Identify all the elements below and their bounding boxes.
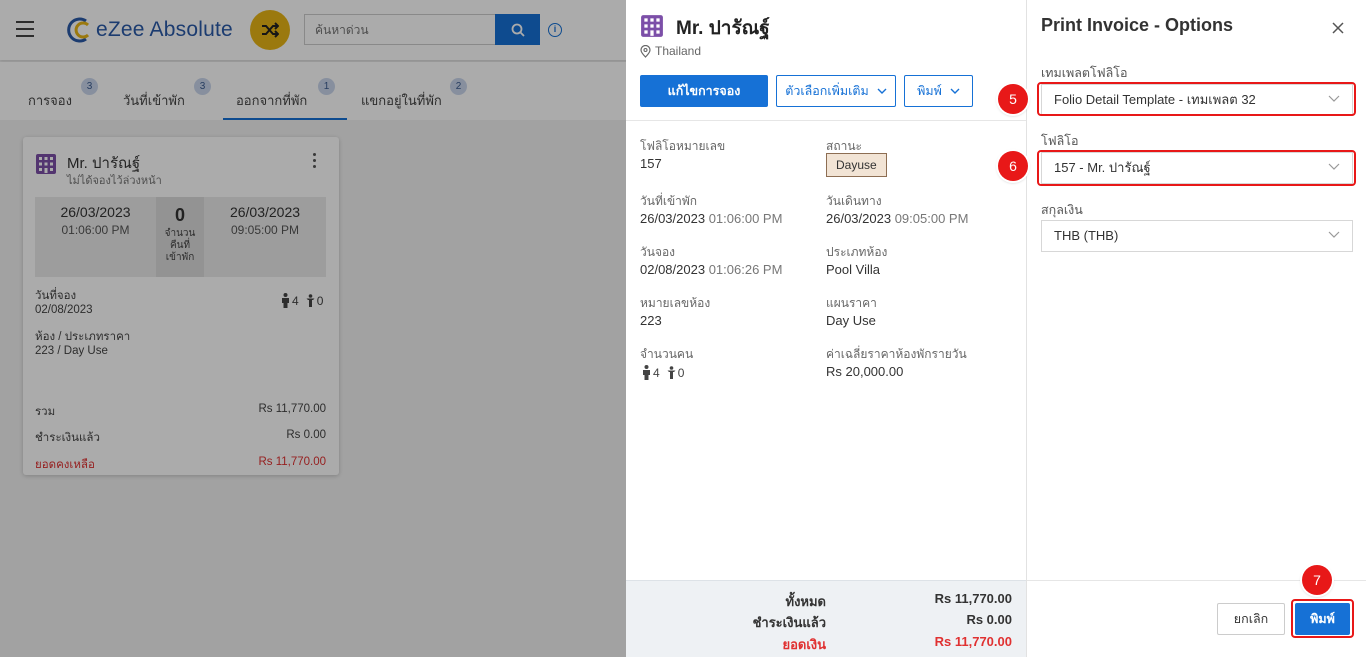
checkout-datetime: 26/03/2023 09:05:00 PM xyxy=(826,211,968,226)
room-type-label: ประเภทห้อง xyxy=(826,245,888,259)
room-no-label: หมายเลขห้อง xyxy=(640,296,711,310)
step-marker-7: 7 xyxy=(1302,565,1332,595)
more-options-button[interactable]: ตัวเลือกเพิ่มเติม xyxy=(776,75,896,107)
divider xyxy=(626,120,1026,121)
chevron-down-icon xyxy=(1328,231,1340,238)
currency-select[interactable]: THB (THB) xyxy=(1041,220,1353,252)
checkin-date: 26/03/2023 xyxy=(640,211,706,226)
highlight-template xyxy=(1037,82,1356,116)
location-text: Thailand xyxy=(655,44,702,58)
print-menu-label: พิมพ์ xyxy=(917,84,942,98)
totals-due-label: ยอดเงิน xyxy=(782,637,826,652)
avg-rate-label: ค่าเฉลี่ยราคาห้องพักรายวัน xyxy=(826,347,967,361)
step-marker-5: 5 xyxy=(998,84,1028,114)
booking-label: วันจอง xyxy=(640,245,676,259)
highlight-print xyxy=(1291,599,1354,638)
rate-plan: Day Use xyxy=(826,313,876,328)
avg-rate: Rs 20,000.00 xyxy=(826,364,904,379)
currency-label: สกุลเงิน xyxy=(1041,203,1083,217)
room-no: 223 xyxy=(640,313,662,328)
adult-icon xyxy=(643,365,650,380)
step-marker-6: 6 xyxy=(998,151,1028,181)
checkin-label: วันที่เข้าพัก xyxy=(640,194,698,208)
highlight-folio xyxy=(1037,150,1356,186)
folio-pax: 4 0 xyxy=(642,365,684,380)
building-icon xyxy=(641,15,663,37)
totals-total-label: ทั้งหมด xyxy=(785,594,827,609)
totals-paid-label: ชำระเงินแล้ว xyxy=(752,615,826,630)
room-type: Pool Villa xyxy=(826,262,880,277)
status-badge: Dayuse xyxy=(826,153,887,177)
cancel-button[interactable]: ยกเลิก xyxy=(1217,603,1285,635)
folio-no: 157 xyxy=(640,156,662,171)
totals-paid-value: Rs 0.00 xyxy=(966,612,1012,627)
checkout-time: 09:05:00 PM xyxy=(894,211,969,226)
template-label: เทมเพลตโฟลิโอ xyxy=(1041,66,1128,80)
checkin-time: 01:06:00 PM xyxy=(708,211,783,226)
folio-no-label: โฟลิโอหมายเลข xyxy=(640,139,726,153)
checkin-datetime: 26/03/2023 01:06:00 PM xyxy=(640,211,782,226)
booking-datetime: 02/08/2023 01:06:26 PM xyxy=(640,262,782,277)
panel-title: Print Invoice - Options xyxy=(1041,15,1234,35)
folio-label: โฟลิโอ xyxy=(1041,134,1079,148)
chevron-down-icon xyxy=(950,88,960,94)
print-options-panel: Print Invoice - Options เทมเพลตโฟลิโอ Fo… xyxy=(1027,0,1366,657)
child-icon xyxy=(667,366,676,379)
edit-reservation-button[interactable]: แก้ไขการจอง xyxy=(640,75,768,107)
totals-total-value: Rs 11,770.00 xyxy=(934,591,1012,606)
folio-detail-panel: Mr. ปารัณฐ์ Thailand แก้ไขการจอง ตัวเลือ… xyxy=(626,0,1027,657)
totals-due-value: Rs 11,770.00 xyxy=(934,634,1012,649)
booking-time: 01:06:26 PM xyxy=(708,262,783,277)
checkout-date: 26/03/2023 xyxy=(826,211,892,226)
print-menu-button[interactable]: พิมพ์ xyxy=(904,75,973,107)
adults-count: 4 xyxy=(653,365,660,380)
currency-value: THB (THB) xyxy=(1054,228,1119,243)
more-options-label: ตัวเลือกเพิ่มเติม xyxy=(785,84,869,98)
chevron-down-icon xyxy=(877,88,887,94)
rate-plan-label: แผนราคา xyxy=(826,296,877,310)
pax-label: จำนวนคน xyxy=(640,347,694,361)
children-count: 0 xyxy=(677,365,685,380)
booking-date: 02/08/2023 xyxy=(640,262,706,277)
folio-totals: ทั้งหมด Rs 11,770.00 ชำระเงินแล้ว Rs 0.0… xyxy=(626,580,1026,657)
checkout-label: วันเดินทาง xyxy=(826,194,882,208)
location-pin-icon xyxy=(640,44,651,58)
folio-guest-name: Mr. ปารัณฐ์ xyxy=(676,18,770,39)
folio-location: Thailand xyxy=(640,44,701,58)
close-icon[interactable] xyxy=(1330,20,1346,36)
